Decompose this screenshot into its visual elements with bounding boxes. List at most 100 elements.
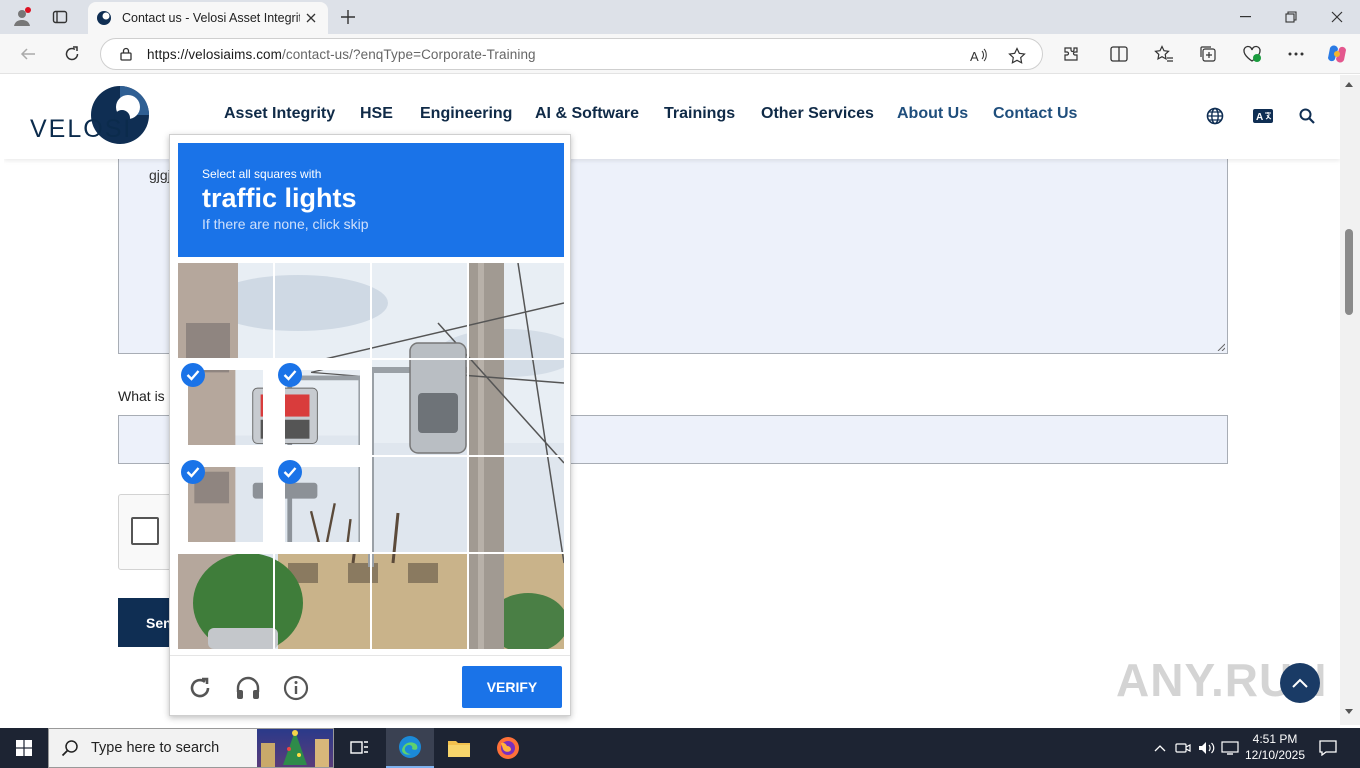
tile-selected-check-icon (181, 460, 205, 484)
captcha-tile[interactable] (275, 457, 370, 552)
captcha-tile[interactable] (372, 457, 467, 552)
favorites-icon[interactable] (1153, 43, 1175, 65)
challenge-hint: If there are none, click skip (202, 216, 369, 232)
reload-challenge-icon[interactable] (186, 674, 214, 702)
captcha-tile[interactable] (275, 554, 370, 649)
read-aloud-icon[interactable]: A (969, 46, 989, 66)
captcha-tile[interactable] (178, 360, 273, 455)
favorite-star-icon[interactable] (1007, 46, 1027, 66)
more-options-icon[interactable] (1285, 43, 1307, 65)
task-view-icon[interactable] (336, 728, 384, 768)
velosi-logo[interactable]: VELOSI (28, 85, 158, 149)
nav-hse[interactable]: HSE (360, 105, 393, 123)
tile-image (469, 360, 564, 455)
svg-text:A: A (1256, 112, 1263, 123)
volume-icon[interactable] (1197, 738, 1217, 758)
search-highlight-art (257, 729, 333, 767)
network-icon[interactable] (1220, 738, 1240, 758)
captcha-tile[interactable] (469, 360, 564, 455)
notifications-icon[interactable] (1318, 738, 1338, 758)
nav-about-us[interactable]: About Us (897, 105, 968, 123)
copilot-icon[interactable] (1326, 43, 1348, 65)
scroll-down-icon[interactable] (1344, 707, 1354, 717)
windows-taskbar: Type here to search 4:51 PM 12/10/2025 (0, 728, 1360, 768)
tile-image (275, 554, 370, 649)
captcha-tile[interactable] (372, 263, 467, 358)
nav-engineering[interactable]: Engineering (420, 105, 512, 123)
lock-icon[interactable] (119, 47, 133, 61)
nav-trainings[interactable]: Trainings (664, 105, 735, 123)
captcha-tile[interactable] (275, 263, 370, 358)
meet-now-icon[interactable] (1173, 738, 1193, 758)
split-screen-icon[interactable] (1108, 43, 1130, 65)
translate-icon[interactable]: A (1252, 105, 1274, 127)
captcha-tile[interactable] (178, 554, 273, 649)
audio-challenge-icon[interactable] (234, 674, 262, 702)
recaptcha-checkbox[interactable] (131, 517, 159, 545)
captcha-tile[interactable] (178, 263, 273, 358)
collections-icon[interactable] (1197, 43, 1219, 65)
challenge-instruction: Select all squares with (202, 167, 322, 181)
challenge-header: Select all squares with traffic lights I… (178, 143, 564, 257)
captcha-tile[interactable] (275, 360, 370, 455)
scrollbar-thumb[interactable] (1345, 229, 1353, 315)
message-value: gjgj (149, 167, 171, 183)
scroll-up-icon[interactable] (1344, 79, 1354, 89)
address-bar[interactable]: https://velosiaims.com/contact-us/?enqTy… (100, 38, 1043, 70)
search-icon[interactable] (1296, 105, 1318, 127)
tile-image (469, 263, 564, 358)
tile-image (178, 554, 273, 649)
globe-icon[interactable] (1204, 105, 1226, 127)
file-explorer-icon[interactable] (435, 728, 483, 768)
close-tab-icon[interactable] (302, 9, 320, 27)
refresh-icon[interactable] (58, 40, 86, 68)
url-text: https://velosiaims.com/contact-us/?enqTy… (147, 47, 536, 62)
extensions-icon[interactable] (1060, 43, 1082, 65)
nav-other-services[interactable]: Other Services (761, 105, 874, 123)
page-scrollbar[interactable] (1340, 75, 1360, 725)
minimize-icon[interactable] (1222, 2, 1268, 32)
captcha-tile[interactable] (372, 554, 467, 649)
tile-image (372, 263, 467, 358)
tile-image (469, 554, 564, 649)
taskbar-search[interactable]: Type here to search (48, 728, 334, 768)
firefox-icon[interactable] (484, 728, 532, 768)
browser-tab-bar: Contact us - Velosi Asset Integrity (0, 0, 1360, 34)
challenge-image-grid (178, 263, 564, 649)
show-hidden-icons-icon[interactable] (1150, 738, 1170, 758)
challenge-target: traffic lights (202, 183, 357, 213)
new-tab-icon[interactable] (336, 5, 360, 29)
resize-handle-icon[interactable] (1217, 343, 1225, 351)
edge-taskbar-icon[interactable] (386, 728, 434, 768)
tile-image (372, 457, 467, 552)
tile-image (372, 360, 467, 455)
captcha-tile[interactable] (469, 457, 564, 552)
profile-icon[interactable] (8, 4, 36, 30)
clock-date: 12/10/2025 (1244, 748, 1306, 762)
info-icon[interactable] (282, 674, 310, 702)
svg-text:A: A (970, 49, 979, 64)
captcha-tile[interactable] (469, 263, 564, 358)
captcha-tile[interactable] (372, 360, 467, 455)
recaptcha-challenge: Select all squares with traffic lights I… (169, 134, 571, 716)
tile-image (372, 554, 467, 649)
verify-button[interactable]: VERIFY (462, 666, 562, 708)
windows-start-icon[interactable] (0, 728, 48, 768)
nav-contact-us[interactable]: Contact Us (993, 105, 1077, 123)
tile-image (178, 263, 273, 358)
nav-ai-software[interactable]: AI & Software (535, 105, 639, 123)
back-arrow-icon[interactable] (14, 40, 42, 68)
close-window-icon[interactable] (1314, 2, 1360, 32)
restore-icon[interactable] (1268, 2, 1314, 32)
captcha-tile[interactable] (469, 554, 564, 649)
system-clock[interactable]: 4:51 PM 12/10/2025 (1240, 731, 1310, 763)
tab-actions-icon[interactable] (46, 4, 74, 30)
search-placeholder: Type here to search (91, 740, 220, 756)
scroll-to-top-button[interactable] (1280, 663, 1320, 703)
captcha-tile[interactable] (178, 457, 273, 552)
url-path: /contact-us/?enqType=Corporate-Training (282, 46, 536, 62)
chevron-up-icon (1292, 678, 1308, 688)
browser-essentials-icon[interactable] (1241, 43, 1263, 65)
tab-contact-us[interactable]: Contact us - Velosi Asset Integrity (88, 2, 328, 34)
nav-asset-integrity[interactable]: Asset Integrity (224, 105, 335, 123)
